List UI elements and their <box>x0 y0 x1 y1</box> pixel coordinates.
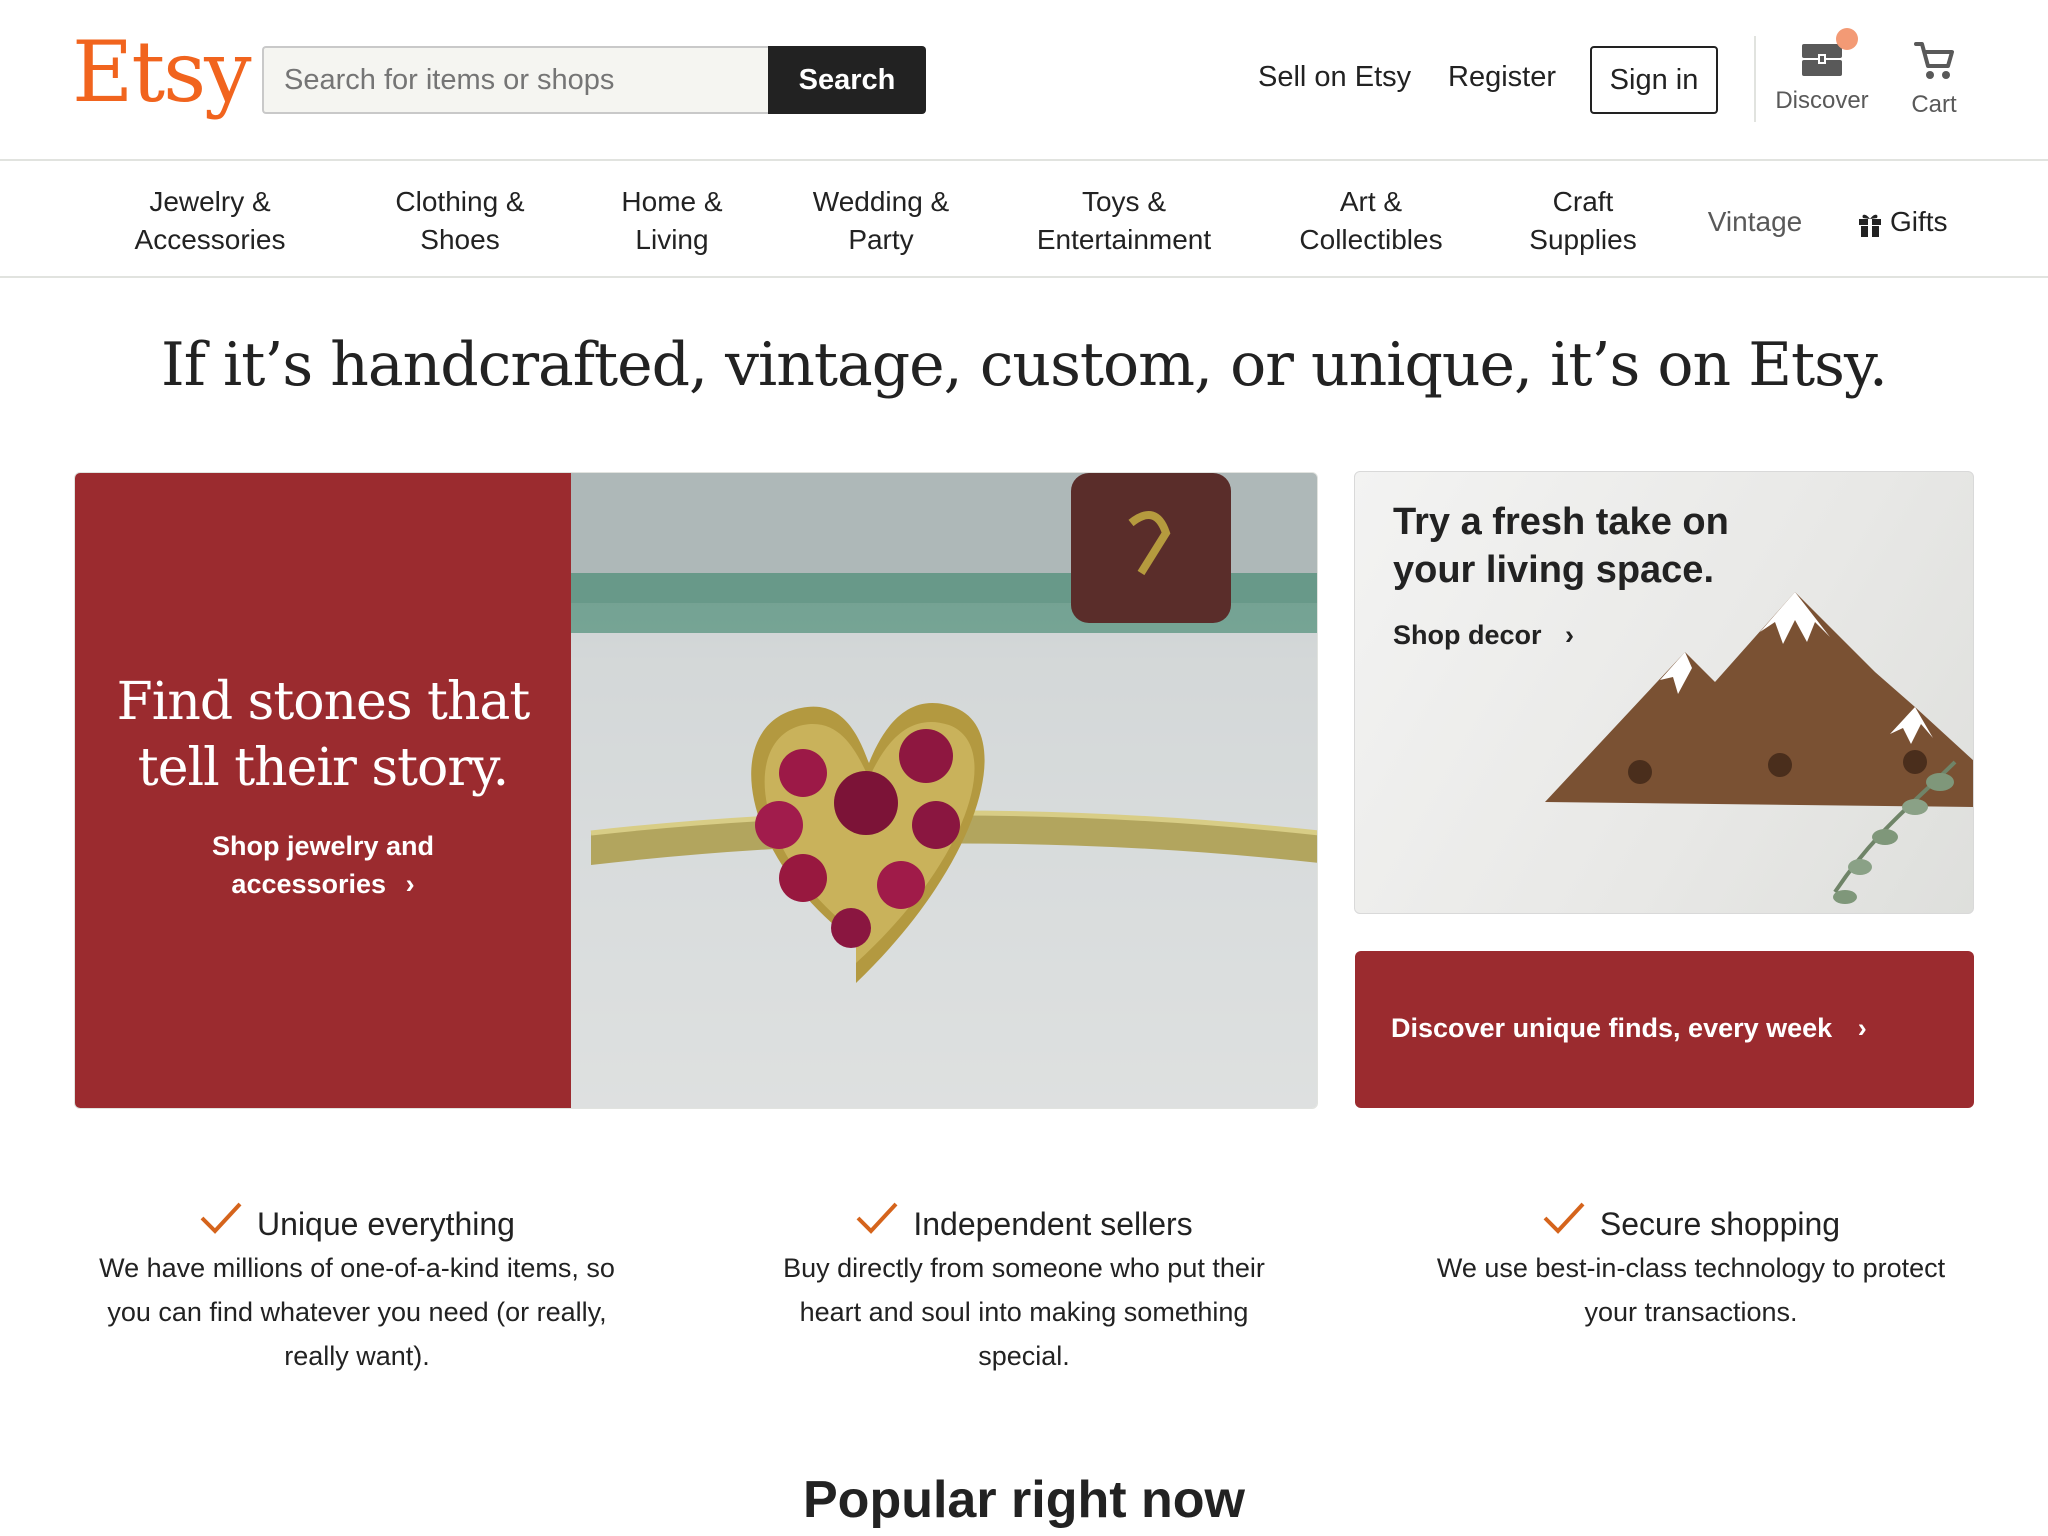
value-prop-line: you can find whatever you need (or reall… <box>107 1297 607 1327</box>
category-craft-supplies[interactable]: Craft Supplies <box>1516 183 1650 259</box>
category-line2: Collectibles <box>1299 224 1443 255</box>
value-prop-line: your transactions. <box>1584 1297 1798 1327</box>
category-label: Gifts <box>1890 206 1948 237</box>
value-prop-body: Buy directly from someone who put their … <box>724 1246 1324 1378</box>
hero-title-line2: tell their story. <box>137 738 509 798</box>
decor-title: Try a fresh take on your living space. <box>1393 498 1729 594</box>
etsy-logo[interactable]: Etsy <box>72 30 252 114</box>
category-label: Vintage <box>1707 206 1803 237</box>
category-vintage[interactable]: Vintage <box>1700 203 1810 241</box>
cart-icon <box>1912 40 1956 82</box>
cart-label: Cart <box>1911 91 1957 118</box>
site-header: Etsy Search Sell on Etsy Register Sign i… <box>0 0 2048 161</box>
hero-text-panel: Find stones that tell their story. Shop … <box>75 473 571 1108</box>
category-gifts[interactable]: Gifts <box>1858 203 1960 241</box>
hero-cta-line1: Shop jewelry and <box>211 831 435 861</box>
value-prop-line: special. <box>978 1341 1070 1371</box>
hero-title: Find stones that tell their story. <box>75 669 571 801</box>
search-input[interactable] <box>264 48 768 112</box>
value-prop-heading: Independent sellers <box>855 1200 1193 1248</box>
notification-dot <box>1836 28 1858 50</box>
discover-label: Discover <box>1775 87 1869 114</box>
site-tagline: If it’s handcrafted, vintage, custom, or… <box>161 330 1888 400</box>
value-prop-title: Unique everything <box>257 1206 515 1242</box>
shop-jewelry-link[interactable]: Shop jewelry and accessories › <box>75 827 571 903</box>
category-line2: Entertainment <box>1036 224 1212 255</box>
sign-in-button[interactable]: Sign in <box>1590 46 1718 114</box>
category-line2: Party <box>848 224 914 255</box>
checkmark-icon <box>199 1200 243 1248</box>
value-prop-line: We have millions of one-of-a-kind items,… <box>99 1253 615 1283</box>
value-prop-secure: Secure shopping We use best-in-class tec… <box>1391 1200 1991 1334</box>
category-art-collectibles[interactable]: Art & Collectibles <box>1286 183 1456 259</box>
category-home-living[interactable]: Home & Living <box>612 183 732 259</box>
value-prop-line: really want). <box>284 1341 430 1371</box>
value-prop-line: heart and soul into making something <box>799 1297 1249 1327</box>
value-prop-heading: Unique everything <box>199 1200 515 1248</box>
category-line1: Clothing & <box>395 186 525 217</box>
category-line2: Living <box>635 224 709 255</box>
discover-nav[interactable]: Discover <box>1762 28 1882 115</box>
value-prop-heading: Secure shopping <box>1542 1200 1840 1248</box>
value-prop-line: Buy directly from someone who put their <box>783 1253 1265 1283</box>
discover-chest-icon <box>1800 28 1858 78</box>
category-line2: Supplies <box>1529 224 1637 255</box>
category-clothing-shoes[interactable]: Clothing & Shoes <box>380 183 540 259</box>
category-line2: Shoes <box>420 224 500 255</box>
category-toys-entertainment[interactable]: Toys & Entertainment <box>1024 183 1224 259</box>
category-line1: Home & <box>621 186 723 217</box>
chevron-right-icon: › <box>1857 1013 1867 1043</box>
category-jewelry-accessories[interactable]: Jewelry & Accessories <box>120 183 300 259</box>
category-line2: Accessories <box>134 224 286 255</box>
decor-title-line2: your living space. <box>1393 549 1714 591</box>
value-prop-title: Secure shopping <box>1599 1206 1841 1242</box>
shop-decor-link[interactable]: Shop decor › <box>1393 620 1574 651</box>
category-line1: Toys & <box>1081 186 1167 217</box>
gift-icon <box>1858 209 1882 237</box>
category-line1: Wedding & <box>812 186 950 217</box>
hero-cta-line2: accessories <box>231 869 387 899</box>
hero-title-line1: Find stones that <box>116 672 531 732</box>
category-nav: Jewelry & Accessories Clothing & Shoes H… <box>0 161 2048 278</box>
hero-jewelry-card[interactable]: Find stones that tell their story. Shop … <box>74 472 1318 1109</box>
heart-ring-photo <box>571 473 1317 1108</box>
value-prop-title: Independent sellers <box>913 1206 1193 1242</box>
search-button[interactable]: Search <box>768 46 926 114</box>
cart-nav[interactable]: Cart <box>1874 40 1994 119</box>
decor-cta-label: Shop decor <box>1393 620 1542 650</box>
category-line1: Jewelry & <box>149 186 271 217</box>
search-box <box>262 46 768 114</box>
value-prop-line: We use best-in-class technology to prote… <box>1436 1253 1946 1283</box>
value-prop-sellers: Independent sellers Buy directly from so… <box>724 1200 1324 1378</box>
popular-heading: Popular right now <box>803 1471 1245 1529</box>
decor-promo-card[interactable]: Try a fresh take on your living space. S… <box>1354 471 1974 914</box>
category-line1: Craft <box>1552 186 1614 217</box>
category-line1: Art & <box>1339 186 1403 217</box>
value-prop-body: We use best-in-class technology to prote… <box>1391 1246 1991 1334</box>
checkmark-icon <box>855 1200 899 1248</box>
discover-weekly-card[interactable]: Discover unique finds, every week › <box>1355 951 1974 1108</box>
discover-cta-label: Discover unique finds, every week <box>1391 1013 1833 1043</box>
decor-title-line1: Try a fresh take on <box>1393 501 1729 543</box>
sell-on-etsy-link[interactable]: Sell on Etsy <box>1258 60 1411 95</box>
register-link[interactable]: Register <box>1448 60 1556 95</box>
discover-weekly-link[interactable]: Discover unique finds, every week › <box>1391 1013 1867 1044</box>
category-wedding-party[interactable]: Wedding & Party <box>800 183 962 259</box>
value-prop-body: We have millions of one-of-a-kind items,… <box>57 1246 657 1378</box>
chevron-right-icon: › <box>405 869 415 899</box>
checkmark-icon <box>1542 1200 1586 1248</box>
value-prop-unique: Unique everything We have millions of on… <box>57 1200 657 1378</box>
header-divider <box>1754 36 1756 122</box>
chevron-right-icon: › <box>1565 620 1575 650</box>
